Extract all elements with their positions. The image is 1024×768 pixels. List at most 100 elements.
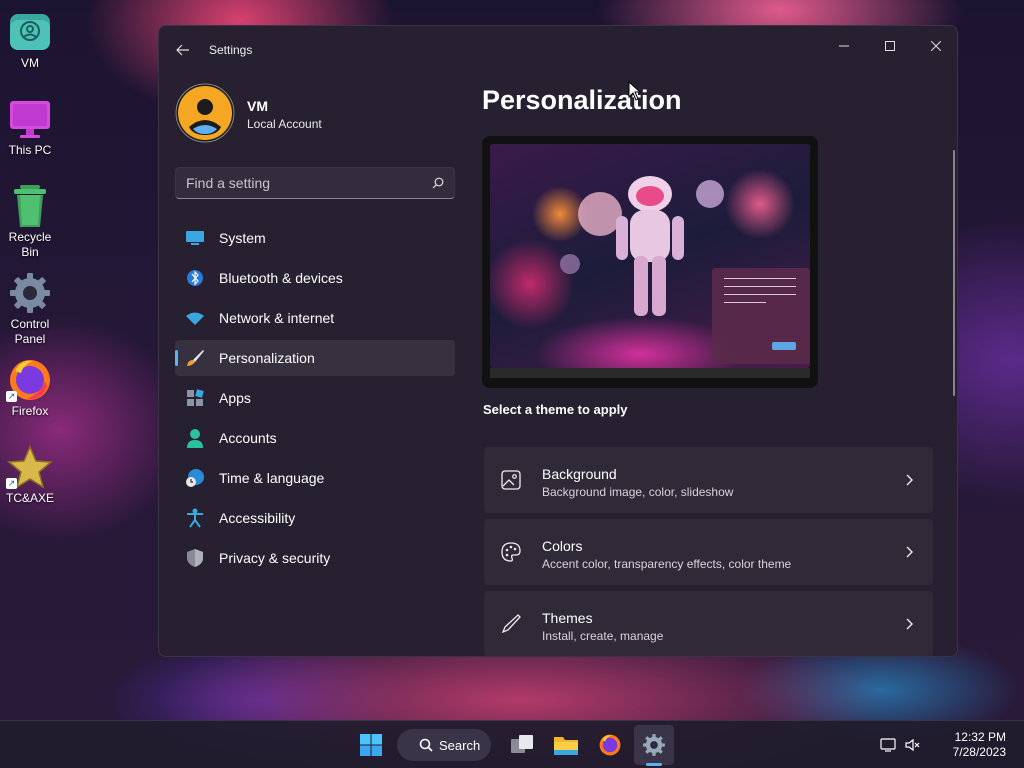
sidebar-item-network[interactable]: Network & internet	[175, 300, 455, 336]
preview-window-mock	[712, 268, 810, 364]
chevron-right-icon	[906, 618, 913, 630]
shortcut-arrow-icon: ↗	[6, 478, 17, 489]
close-button[interactable]	[913, 30, 957, 62]
desktop-icon-this-pc[interactable]: This PC	[0, 95, 60, 158]
search-icon[interactable]	[432, 177, 444, 189]
globe-clock-icon	[185, 468, 205, 488]
sidebar-item-accessibility[interactable]: Accessibility	[175, 500, 455, 536]
bluetooth-icon	[185, 268, 205, 288]
profile-account-type: Local Account	[247, 117, 322, 131]
card-title: Background	[542, 466, 617, 482]
maximize-button[interactable]	[867, 30, 913, 62]
settings-window: Settings VM Local Account Find a setting…	[158, 25, 958, 657]
theme-preview	[482, 136, 818, 388]
minimize-button[interactable]	[821, 30, 867, 62]
avatar[interactable]	[175, 83, 235, 143]
themes-card[interactable]: Themes Install, create, manage	[484, 591, 933, 656]
preview-line	[724, 294, 796, 295]
mouse-cursor-icon	[628, 81, 642, 101]
sidebar-item-label: Accounts	[219, 430, 277, 446]
background-card[interactable]: Background Background image, color, slid…	[484, 447, 933, 513]
window-title: Settings	[209, 43, 253, 57]
gear-icon	[643, 734, 665, 756]
card-subtitle: Install, create, manage	[542, 629, 664, 643]
apps-icon	[185, 388, 205, 408]
chevron-right-icon	[906, 546, 913, 558]
palette-icon	[501, 542, 521, 562]
desktop-icon-label: Recycle Bin	[8, 230, 52, 259]
start-button[interactable]	[351, 725, 391, 765]
image-icon	[501, 470, 521, 490]
brush-icon	[185, 348, 205, 368]
chevron-right-icon	[906, 474, 913, 486]
card-subtitle: Accent color, transparency effects, colo…	[542, 557, 792, 571]
network-tray-button[interactable]	[880, 725, 920, 765]
shortcut-arrow-icon: ↗	[6, 391, 17, 402]
sidebar-nav: System Bluetooth & devices Network & int…	[175, 220, 455, 580]
preview-line	[724, 286, 796, 287]
desktop-icon-recycle-bin[interactable]: Recycle Bin	[0, 182, 60, 260]
windows-logo-icon	[360, 734, 382, 756]
sidebar-item-label: Accessibility	[219, 510, 296, 526]
sidebar-item-privacy-security[interactable]: Privacy & security	[175, 540, 455, 576]
preview-line	[724, 278, 796, 279]
taskbar-search-label: Search	[439, 737, 481, 753]
card-title: Colors	[542, 538, 583, 554]
profile-name: VM	[247, 98, 268, 114]
title-bar[interactable]: Settings	[159, 26, 957, 74]
taskbar: Search 12:32 PM 7/28/2023	[0, 720, 1024, 768]
firefox-taskbar-button[interactable]	[590, 725, 630, 765]
preview-taskbar	[490, 368, 810, 378]
sidebar-item-time-language[interactable]: Time & language	[175, 460, 455, 496]
desktop-icon-label: Control Panel	[10, 317, 50, 346]
recycle-bin-icon	[14, 185, 46, 227]
desktop-icon-tc-axe[interactable]: ↗ TC&AXE	[0, 443, 60, 506]
network-icon	[880, 738, 896, 752]
search-box[interactable]	[175, 167, 455, 199]
desktop-icon-label: This PC	[8, 143, 52, 157]
shield-icon	[185, 548, 205, 568]
close-icon	[931, 41, 941, 51]
sidebar-item-label: Bluetooth & devices	[219, 270, 343, 286]
vm-folder-icon	[10, 14, 50, 50]
sidebar-item-personalization[interactable]: Personalization	[175, 340, 455, 376]
firefox-icon	[599, 734, 621, 756]
pen-icon	[501, 614, 521, 634]
wifi-icon	[185, 308, 205, 328]
sidebar-item-label: Privacy & security	[219, 550, 331, 566]
taskbar-search-button[interactable]: Search	[397, 729, 491, 761]
desktop-icon-control-panel[interactable]: Control Panel	[0, 269, 60, 347]
user-avatar-icon	[175, 83, 235, 143]
settings-taskbar-button[interactable]	[634, 725, 674, 765]
sidebar-item-bluetooth[interactable]: Bluetooth & devices	[175, 260, 455, 296]
tray-clock[interactable]: 12:32 PM 7/28/2023	[953, 730, 1006, 760]
wallpaper-preview-image	[490, 144, 810, 368]
preview-line	[724, 302, 766, 303]
scrollbar[interactable]	[953, 150, 955, 396]
sidebar-item-accounts[interactable]: Accounts	[175, 420, 455, 456]
desktop-icon-label: VM	[21, 56, 39, 70]
gear-icon	[10, 273, 50, 313]
task-view-button[interactable]	[502, 725, 542, 765]
desktop-icon-label: TC&AXE	[5, 491, 54, 505]
volume-muted-icon	[905, 738, 920, 752]
arrow-left-icon	[176, 44, 189, 56]
folder-icon	[554, 737, 578, 755]
task-view-icon	[511, 735, 533, 753]
file-explorer-button[interactable]	[546, 725, 586, 765]
clock-time: 12:32 PM	[954, 730, 1006, 744]
preview-button-mock	[772, 342, 796, 350]
clock-date: 7/28/2023	[952, 745, 1006, 759]
colors-card[interactable]: Colors Accent color, transparency effect…	[484, 519, 933, 585]
sidebar-item-label: Personalization	[219, 350, 315, 366]
person-icon	[185, 428, 205, 448]
page-title: Personalization	[482, 85, 682, 115]
desktop-icon-firefox[interactable]: ↗ Firefox	[0, 356, 60, 419]
minimize-icon	[839, 45, 849, 47]
sidebar-item-system[interactable]: System	[175, 220, 455, 256]
search-input[interactable]	[186, 175, 432, 191]
sidebar-item-apps[interactable]: Apps	[175, 380, 455, 416]
desktop-icon-vm[interactable]: VM	[0, 8, 60, 71]
monitor-icon	[185, 228, 205, 248]
back-button[interactable]	[171, 38, 195, 62]
